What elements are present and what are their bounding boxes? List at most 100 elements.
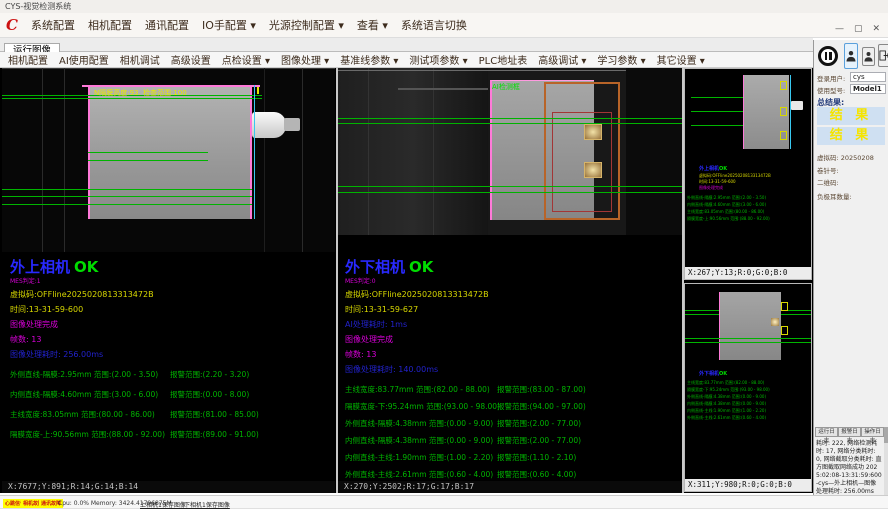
exit-button[interactable] (878, 44, 888, 67)
time-line: 时间:13-31-59-627 (345, 304, 680, 315)
measurement-row: 内侧直线-隔膜:4.60mm 范围:(3.00 - 6.00)报警范围:(0.0… (10, 389, 332, 409)
camera-title: 外上相机OK (10, 256, 332, 277)
status-bar: 心跳信号 相机故障 通讯故障 Cpu: 0.0% Memory: 3424.41… (0, 495, 888, 509)
menu-language-switch[interactable]: 系统语言切换 (401, 17, 467, 33)
virtual-code-label: 虚拟码: 20250208 (817, 152, 874, 162)
image-edge-line (2, 68, 335, 69)
process-done-line: 图像处理完成 (345, 334, 680, 345)
tool-learn-params[interactable]: 学习参数 ▾ (597, 52, 645, 67)
measurement-row: 主线宽度:83.05mm 范围:(80.00 - 86.00)报警范围:(81.… (10, 409, 332, 429)
measure-line (2, 98, 262, 99)
measurement-value: 内侧直线-主线:1.90mm 范围:(1.00 - 2.20) (345, 452, 493, 463)
alarm-range: 报警范围:(83.00 - 87.00) (497, 384, 586, 395)
mini-top-pixel-coords: X:267;Y:13;R:0;G:0;B:0 (685, 267, 811, 279)
tab-contact (584, 124, 602, 140)
login-user-field[interactable]: cys (850, 72, 886, 82)
log-tab-alarm[interactable]: 报警日志 (838, 427, 861, 437)
alarm-range: 报警范围:(2.00 - 77.00) (497, 435, 581, 446)
band-line (433, 68, 434, 235)
alarm-range: 报警范围:(1.10 - 2.10) (497, 452, 576, 463)
tool-camera-debug[interactable]: 相机调试 (120, 52, 160, 67)
ai-time-line: AI处理耗时: 1ms (345, 319, 680, 330)
measure-line (2, 204, 252, 205)
log-tab-run[interactable]: 运行日志 (815, 427, 838, 437)
measure-line (338, 123, 682, 124)
camera-name: 外上相机 (10, 258, 70, 276)
detect-box (781, 326, 788, 335)
measurement-value: 外侧直线-隔膜:2.95mm 范围:(2.00 - 3.50) (10, 369, 158, 380)
measurement-value: 外侧直线-主线:2.61mm 范围:(0.60 - 4.00) (345, 469, 493, 480)
mini-bottom-camera-view[interactable]: 外下相机OK 主线宽度:83.77mm 范围:(82.00 - 88.00) 隔… (684, 283, 812, 492)
overlay-measure-label: N隔膜高度:93. 检查范围:100 (94, 88, 187, 98)
model-field[interactable]: Model1 (850, 84, 886, 94)
camera-name: 外下相机 (345, 258, 405, 276)
tab-strip: 运行图像 (0, 38, 813, 52)
measure-line (338, 118, 682, 119)
measurement-value: 外侧直线-隔膜:4.38mm 范围:(0.00 - 9.00) (345, 418, 493, 429)
measure-line (691, 97, 745, 98)
measurement-value: 隔膜宽度-上:90.56mm 范围:(88.00 - 92.00) (687, 216, 770, 222)
user-icon (864, 51, 873, 62)
tool-other-settings[interactable]: 其它设置 ▾ (657, 52, 705, 67)
result-ok: OK (719, 371, 727, 377)
pause-icon (829, 52, 832, 60)
mini-bottom-pixel-coords: X:311;Y:980;R:0;G:0;B:0 (685, 479, 811, 491)
login-user-label: 登录用户: (817, 73, 845, 83)
side-control-panel: 登录用户: cys 使用型号: Model1 总结果: 结 果 结 果 虚拟码:… (813, 40, 888, 495)
tool-image-processing[interactable]: 图像处理 ▾ (281, 52, 329, 67)
user-icon (846, 50, 856, 62)
window-title: CYS-视觉检测系统 (5, 2, 71, 11)
menu-light-config[interactable]: 光源控制配置 ▾ (269, 17, 344, 33)
tool-ai-config[interactable]: AI使用配置 (59, 52, 109, 67)
log-scrollbar[interactable] (884, 427, 888, 495)
left-camera-image[interactable]: N隔膜高度:93. 检查范围:100 (2, 68, 335, 252)
edge-guide-line (254, 85, 255, 219)
menu-view[interactable]: 查看 ▾ (357, 17, 388, 33)
pause-button[interactable] (818, 46, 838, 66)
menu-system-config[interactable]: 系统配置 (31, 17, 75, 33)
close-icon[interactable]: ✕ (872, 24, 880, 34)
user-manage-button[interactable] (862, 47, 875, 66)
connector-tail (284, 118, 300, 131)
menu-camera-config[interactable]: 相机配置 (88, 17, 132, 33)
toolbar: 相机配置 AI使用配置 相机调试 高级设置 点检设置 ▾ 图像处理 ▾ 基准线参… (0, 52, 813, 68)
tool-advanced-debug[interactable]: 高级调试 ▾ (538, 52, 586, 67)
tool-test-params[interactable]: 测试项参数 ▾ (409, 52, 467, 67)
maximize-icon[interactable]: ▢ (854, 24, 863, 34)
camera-title: 外下相机OK (345, 256, 680, 277)
mini-top-camera-view[interactable]: 外上相机OK 虚拟码:OFFline2025020813313472B 时间:1… (684, 68, 812, 280)
tick-mark (257, 87, 259, 94)
process-done-line: 图像处理完成 (10, 319, 332, 330)
alarm-range: 报警范围:(89.00 - 91.00) (170, 429, 259, 440)
dark-region (626, 68, 682, 235)
tool-camera-config[interactable]: 相机配置 (8, 52, 48, 67)
measurement-value: 主线宽度:83.77mm 范围:(82.00 - 88.00) (345, 384, 490, 395)
measurement-row: 隔膜宽度-下:95.24mm 范围:(93.00 - 98.00)报警范围:(9… (345, 401, 680, 418)
tool-advanced-settings[interactable]: 高级设置 (171, 52, 211, 67)
overlay-ai-label: AI检测框 (492, 82, 520, 92)
menu-comm-config[interactable]: 通讯配置 (145, 17, 189, 33)
measurement-value: 内侧直线-隔膜:4.60mm 范围:(3.00 - 6.00) (10, 389, 158, 400)
tool-baseline-params[interactable]: 基准线参数 ▾ (340, 52, 398, 67)
alarm-range: 报警范围:(94.00 - 97.00) (497, 401, 586, 412)
measurement-value: 主线宽度:83.05mm 范围:(80.00 - 86.00) (10, 409, 155, 420)
measurement-value: 外侧直线-隔膜:4.38mm 范围:(0.00 - 9.00) (687, 394, 766, 400)
save-upper-camera-image-link[interactable]: 上相机1保存图像 (140, 500, 186, 509)
mid-pixel-coords: X:270;Y:2502;R:17;G:17;B:17 (338, 481, 682, 493)
tool-plc-address[interactable]: PLC地址表 (479, 52, 528, 67)
mid-camera-info: 外下相机OK MES判定:0 虚拟码:OFFline20250208133134… (345, 256, 680, 486)
cell-block (719, 292, 781, 360)
log-tab-operation[interactable]: 操作日志 (861, 427, 884, 437)
minimize-icon[interactable]: — (835, 24, 844, 34)
measurement-row: 内侧直线-隔膜:4.38mm 范围:(0.00 - 9.00)报警范围:(2.0… (345, 435, 680, 452)
user-login-button[interactable] (844, 43, 858, 69)
tool-spot-check[interactable]: 点检设置 ▾ (222, 52, 270, 67)
measure-line (691, 125, 745, 126)
log-scrollbar-thumb[interactable] (884, 427, 888, 443)
mid-camera-image[interactable]: AI检测框 (338, 68, 682, 235)
measure-line (685, 342, 811, 343)
menu-io-config[interactable]: IO手配置 ▾ (202, 17, 256, 33)
save-lower-camera-image-link[interactable]: 下相机1保存图像 (184, 500, 230, 509)
menu-bar: C 系统配置 相机配置 通讯配置 IO手配置 ▾ 光源控制配置 ▾ 查看 ▾ 系… (0, 13, 888, 38)
window-controls: — ▢ ✕ (835, 24, 880, 34)
